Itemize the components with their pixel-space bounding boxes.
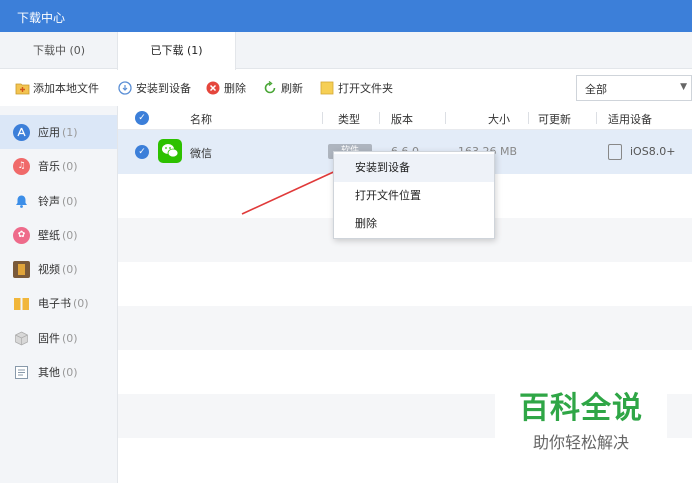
watermark-title: 百科全说 bbox=[519, 391, 643, 426]
sidebar-item-count: (0) bbox=[62, 228, 78, 242]
sidebar-item-label: 视频 bbox=[38, 263, 60, 276]
sidebar-item-count: (0) bbox=[62, 159, 78, 173]
table-header: ✓ 名称 类型 版本 大小 可更新 适用设备 bbox=[118, 106, 692, 130]
device-icon bbox=[608, 144, 622, 160]
sidebar-item-label: 壁纸 bbox=[38, 229, 60, 242]
folder-icon bbox=[320, 81, 334, 95]
sidebar-item-count: (0) bbox=[73, 296, 89, 310]
sidebar-item-music[interactable]: ♫ 音乐 (0) bbox=[0, 149, 117, 183]
column-header-name[interactable]: 名称 bbox=[190, 111, 212, 127]
context-menu: 安装到设备 打开文件位置 删除 bbox=[333, 151, 495, 239]
table-row-empty bbox=[118, 306, 692, 350]
column-header-updatable[interactable]: 可更新 bbox=[538, 111, 571, 127]
column-divider bbox=[379, 112, 380, 124]
column-header-type[interactable]: 类型 bbox=[338, 111, 360, 127]
box-icon bbox=[13, 330, 30, 347]
delete-icon bbox=[206, 81, 220, 95]
tab-bar: 下载中 (0) 已下载 (1) bbox=[0, 32, 692, 70]
sidebar-item-count: (1) bbox=[62, 125, 78, 139]
context-menu-open-location[interactable]: 打开文件位置 bbox=[334, 182, 494, 210]
refresh-label: 刷新 bbox=[281, 82, 303, 95]
sidebar-item-videos[interactable]: 视频 (0) bbox=[0, 252, 117, 286]
sidebar-item-count: (0) bbox=[62, 331, 78, 345]
device-requirement: iOS8.0+ bbox=[630, 145, 676, 158]
folder-add-icon bbox=[15, 81, 30, 95]
column-header-version[interactable]: 版本 bbox=[391, 111, 413, 127]
delete-label: 删除 bbox=[224, 82, 246, 95]
sidebar-item-label: 音乐 bbox=[38, 160, 60, 173]
install-to-device-label: 安装到设备 bbox=[136, 82, 191, 95]
wallpaper-icon: ✿ bbox=[13, 226, 30, 244]
sidebar: 应用 (1) ♫ 音乐 (0) 铃声 (0) ✿ 壁纸 (0) 视频 (0) 电… bbox=[0, 106, 118, 483]
sidebar-item-ebooks[interactable]: 电子书 (0) bbox=[0, 286, 117, 320]
document-icon bbox=[13, 364, 30, 381]
context-menu-install[interactable]: 安装到设备 bbox=[334, 154, 494, 182]
sidebar-item-count: (0) bbox=[62, 365, 78, 379]
sidebar-item-label: 应用 bbox=[38, 126, 60, 139]
music-icon: ♫ bbox=[13, 157, 30, 175]
column-divider bbox=[528, 112, 529, 124]
add-local-file-label: 添加本地文件 bbox=[33, 82, 99, 95]
install-icon bbox=[118, 81, 132, 95]
refresh-icon bbox=[263, 80, 277, 95]
column-header-size[interactable]: 大小 bbox=[488, 111, 510, 127]
wechat-icon bbox=[158, 139, 182, 163]
bell-icon bbox=[13, 193, 30, 210]
sidebar-item-ringtones[interactable]: 铃声 (0) bbox=[0, 184, 117, 218]
book-icon bbox=[13, 295, 30, 312]
select-all-checkbox[interactable]: ✓ bbox=[135, 111, 149, 125]
film-icon bbox=[13, 260, 30, 278]
chevron-down-icon: ▼ bbox=[680, 82, 687, 92]
context-menu-delete[interactable]: 删除 bbox=[334, 210, 494, 238]
install-to-device-button[interactable]: 安装到设备 bbox=[118, 79, 191, 97]
table-row-empty bbox=[118, 262, 692, 306]
tab-downloaded[interactable]: 已下载 (1) bbox=[117, 32, 236, 70]
row-checkbox[interactable]: ✓ bbox=[135, 145, 149, 159]
refresh-button[interactable]: 刷新 bbox=[263, 79, 303, 97]
open-folder-button[interactable]: 打开文件夹 bbox=[320, 79, 393, 97]
delete-button[interactable]: 删除 bbox=[206, 79, 246, 97]
open-folder-label: 打开文件夹 bbox=[338, 82, 393, 95]
sidebar-item-label: 电子书 bbox=[38, 297, 71, 310]
sidebar-item-wallpapers[interactable]: ✿ 壁纸 (0) bbox=[0, 218, 117, 252]
filter-value: 全部 bbox=[585, 83, 607, 96]
sidebar-item-firmware[interactable]: 固件 (0) bbox=[0, 321, 117, 355]
window-title: 下载中心 bbox=[0, 0, 692, 32]
app-name: 微信 bbox=[190, 147, 212, 160]
column-header-device[interactable]: 适用设备 bbox=[608, 111, 652, 127]
sidebar-item-count: (0) bbox=[62, 262, 78, 276]
sidebar-item-count: (0) bbox=[62, 194, 78, 208]
column-divider bbox=[596, 112, 597, 124]
sidebar-item-label: 固件 bbox=[38, 332, 60, 345]
tab-downloading[interactable]: 下载中 (0) bbox=[0, 32, 118, 69]
sidebar-item-label: 铃声 bbox=[38, 195, 60, 208]
sidebar-item-label: 其他 bbox=[38, 366, 60, 379]
add-local-file-button[interactable]: 添加本地文件 bbox=[15, 79, 99, 97]
column-divider bbox=[322, 112, 323, 124]
app-store-icon bbox=[13, 123, 30, 141]
watermark: 百科全说 助你轻松解决 bbox=[495, 375, 667, 459]
sidebar-item-apps[interactable]: 应用 (1) bbox=[0, 115, 117, 149]
sidebar-item-others[interactable]: 其他 (0) bbox=[0, 355, 117, 389]
column-divider bbox=[445, 112, 446, 124]
filter-select[interactable]: 全部 ▼ bbox=[576, 75, 692, 101]
watermark-subtitle: 助你轻松解决 bbox=[532, 433, 629, 452]
